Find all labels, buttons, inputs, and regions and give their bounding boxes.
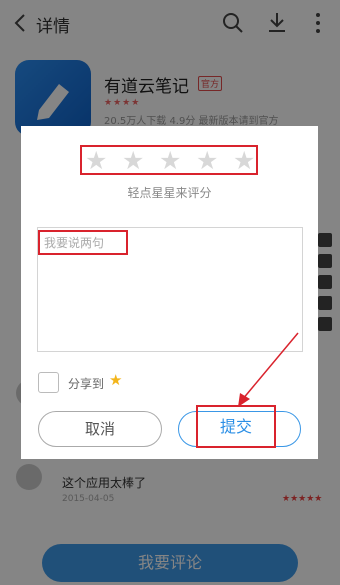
- annotation-arrow: [238, 332, 299, 407]
